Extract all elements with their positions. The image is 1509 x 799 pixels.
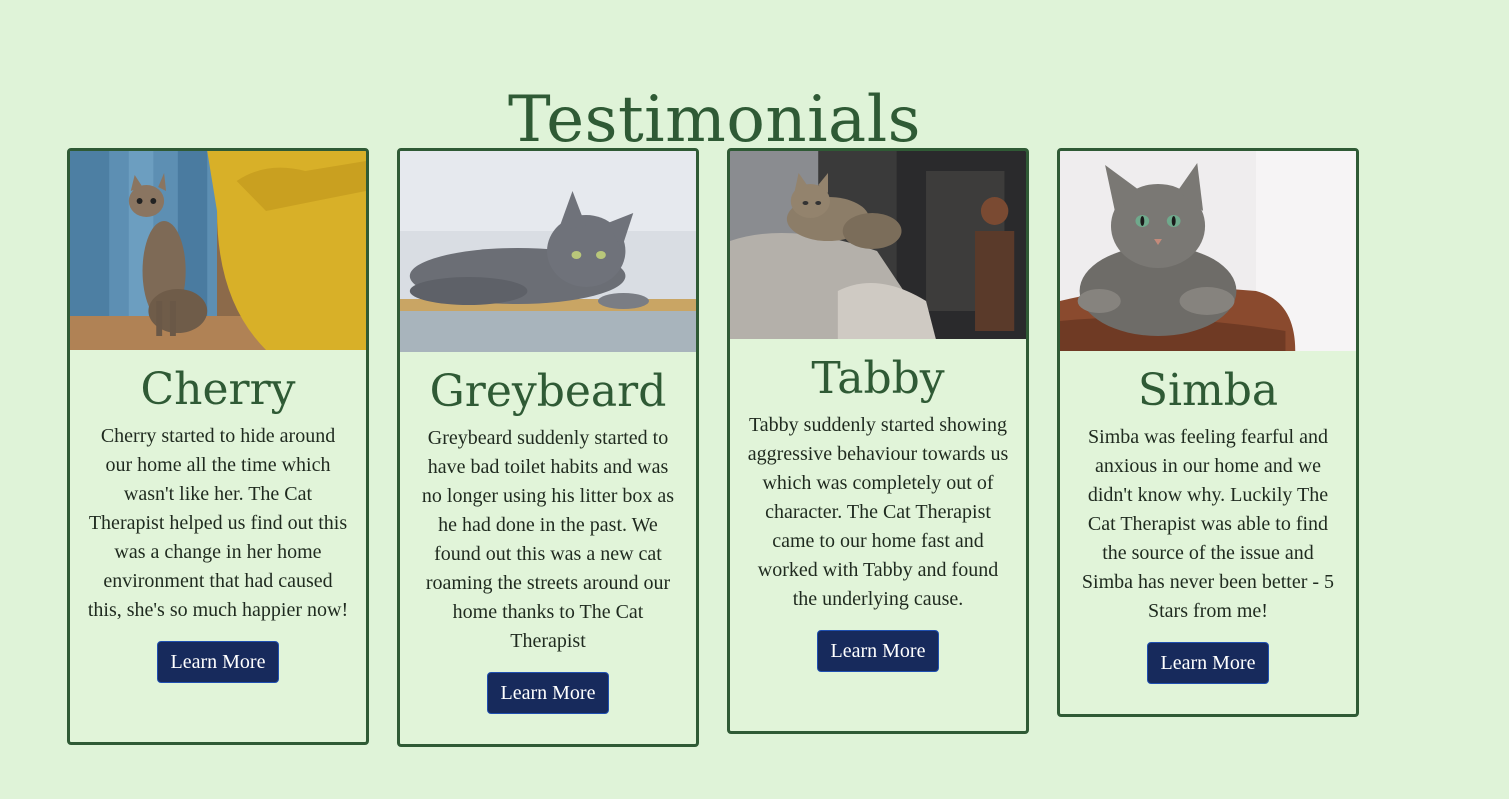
learn-more-button[interactable]: Learn More	[157, 641, 279, 683]
testimonial-card-cherry: Cherry Cherry started to hide around our…	[67, 148, 369, 745]
card-body: Greybeard Greybeard suddenly started to …	[400, 352, 696, 744]
card-body: Simba Simba was feeling fearful and anxi…	[1060, 351, 1356, 714]
tabby-on-sofa-photo-icon	[730, 151, 1026, 339]
testimonial-card-greybeard: Greybeard Greybeard suddenly started to …	[397, 148, 699, 747]
card-name: Cherry	[140, 364, 296, 415]
tabby-kitten-photo-icon	[70, 151, 366, 350]
card-testimonial-text: Greybeard suddenly started to have bad t…	[421, 427, 675, 652]
card-testimonial-text: Simba was feeling fearful and anxious in…	[1081, 426, 1335, 622]
card-name: Tabby	[811, 353, 945, 404]
tabby-cat-portrait-photo-icon	[1060, 151, 1356, 351]
card-body: Tabby Tabby suddenly started showing agg…	[730, 339, 1026, 702]
card-testimonial-text: Tabby suddenly started showing aggressiv…	[747, 414, 1009, 610]
testimonial-card-tabby: Tabby Tabby suddenly started showing agg…	[727, 148, 1029, 734]
testimonial-card-simba: Simba Simba was feeling fearful and anxi…	[1057, 148, 1359, 717]
learn-more-button[interactable]: Learn More	[817, 630, 939, 672]
learn-more-button[interactable]: Learn More	[1147, 642, 1269, 684]
card-name: Simba	[1137, 365, 1279, 416]
card-name: Greybeard	[429, 366, 667, 417]
grey-cat-photo-icon	[400, 151, 696, 352]
card-testimonial-text: Cherry started to hide around our home a…	[87, 425, 349, 621]
card-body: Cherry Cherry started to hide around our…	[70, 350, 366, 713]
learn-more-button[interactable]: Learn More	[487, 672, 609, 714]
